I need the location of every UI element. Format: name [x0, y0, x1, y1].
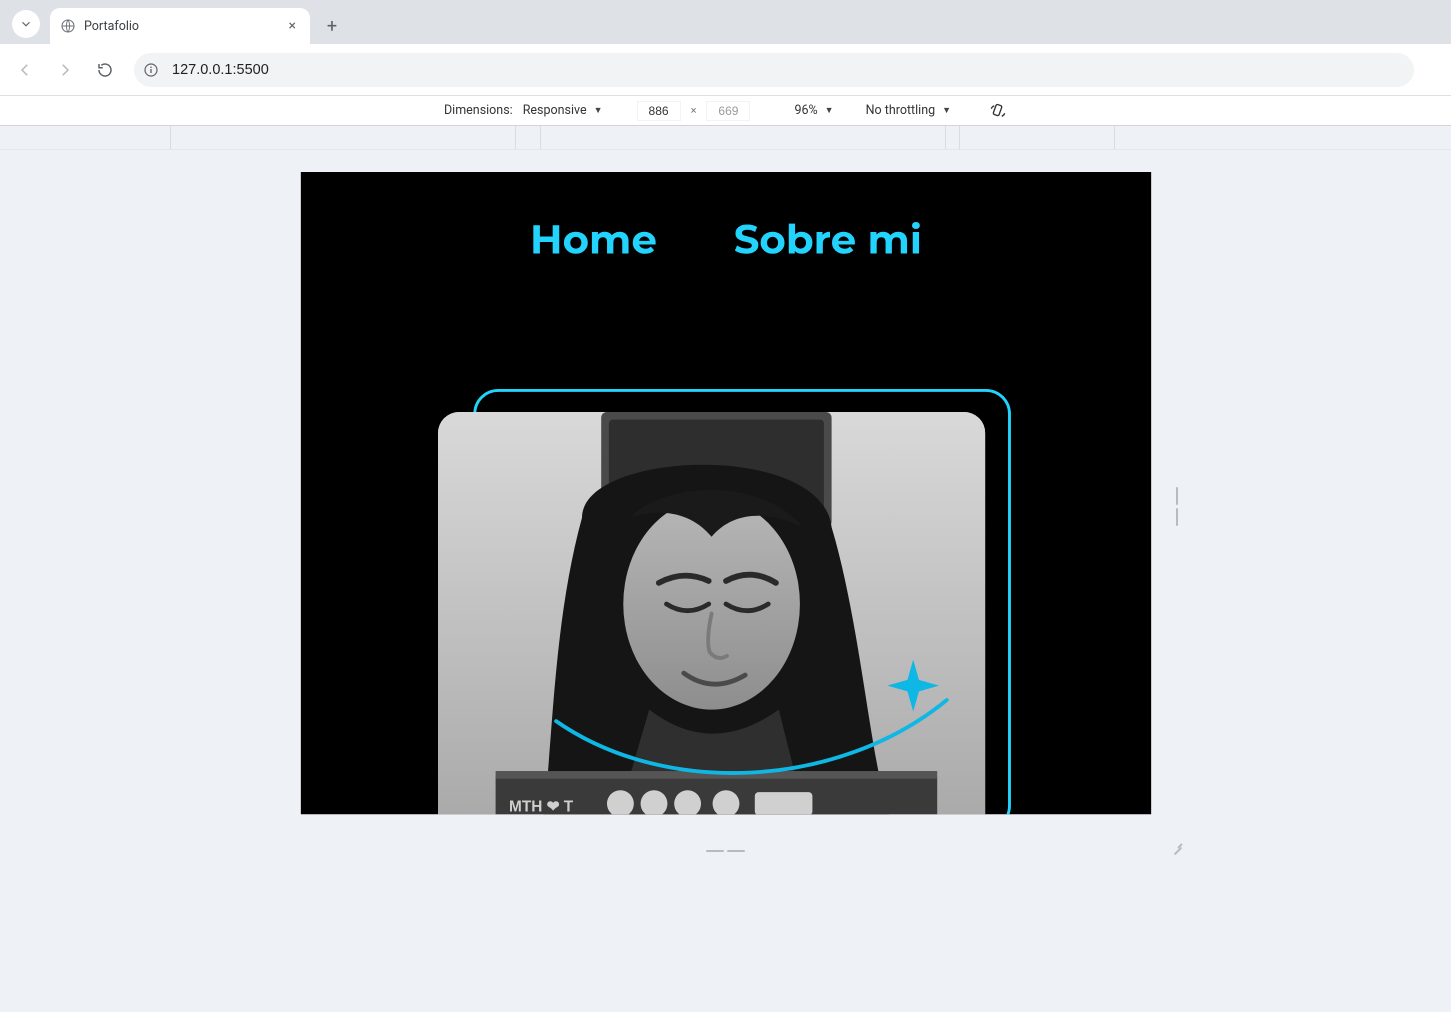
- responsive-preview-stage: Home Sobre mi: [0, 150, 1451, 1012]
- window-menu-button[interactable]: [12, 10, 40, 38]
- portfolio-site: Home Sobre mi: [300, 172, 1151, 814]
- site-info-icon[interactable]: [140, 59, 162, 81]
- browser-window: Portafolio × + Dimensions: Responsive ×: [0, 0, 1451, 1012]
- devtools-device-toolbar: Dimensions: Responsive × 96% No throttli…: [0, 96, 1451, 126]
- nav-link-home[interactable]: Home: [530, 214, 657, 264]
- device-frame: Home Sobre mi: [283, 172, 1169, 841]
- site-nav: Home Sobre mi: [300, 201, 1151, 278]
- reload-button[interactable]: [88, 53, 122, 87]
- new-tab-button[interactable]: +: [318, 12, 346, 40]
- forward-button[interactable]: [48, 53, 82, 87]
- dimensions-label: Dimensions:: [444, 103, 513, 118]
- hero-section: MTH ❤ T: [300, 412, 1151, 814]
- globe-icon: [60, 18, 76, 34]
- profile-photo: MTH ❤ T: [438, 412, 985, 814]
- dimensions-mode-dropdown[interactable]: Responsive: [523, 103, 603, 118]
- rotate-icon[interactable]: [989, 102, 1007, 120]
- tab-strip: Portafolio × +: [0, 0, 1451, 44]
- browser-toolbar: [0, 44, 1451, 96]
- url-input[interactable]: [172, 62, 572, 78]
- rendered-page: Home Sobre mi: [300, 172, 1151, 814]
- resize-handle-corner[interactable]: [1169, 841, 1183, 855]
- dimensions-separator: ×: [691, 104, 697, 117]
- back-button[interactable]: [8, 53, 42, 87]
- resize-handle-right[interactable]: [1173, 487, 1181, 527]
- resize-handle-bottom[interactable]: [706, 847, 746, 855]
- nav-link-about[interactable]: Sobre mi: [733, 214, 921, 264]
- viewport-width-input[interactable]: [637, 101, 681, 121]
- zoom-dropdown[interactable]: 96%: [794, 103, 833, 118]
- tab-title: Portafolio: [84, 19, 285, 34]
- devtools-ruler: [0, 126, 1451, 150]
- address-bar[interactable]: [134, 53, 1414, 87]
- throttling-dropdown[interactable]: No throttling: [866, 103, 951, 118]
- close-tab-button[interactable]: ×: [285, 18, 300, 34]
- chevron-down-icon: [19, 17, 33, 31]
- viewport-height-input[interactable]: [706, 101, 750, 121]
- sparkle-accent-icon: [887, 660, 939, 712]
- browser-tab[interactable]: Portafolio ×: [50, 8, 310, 44]
